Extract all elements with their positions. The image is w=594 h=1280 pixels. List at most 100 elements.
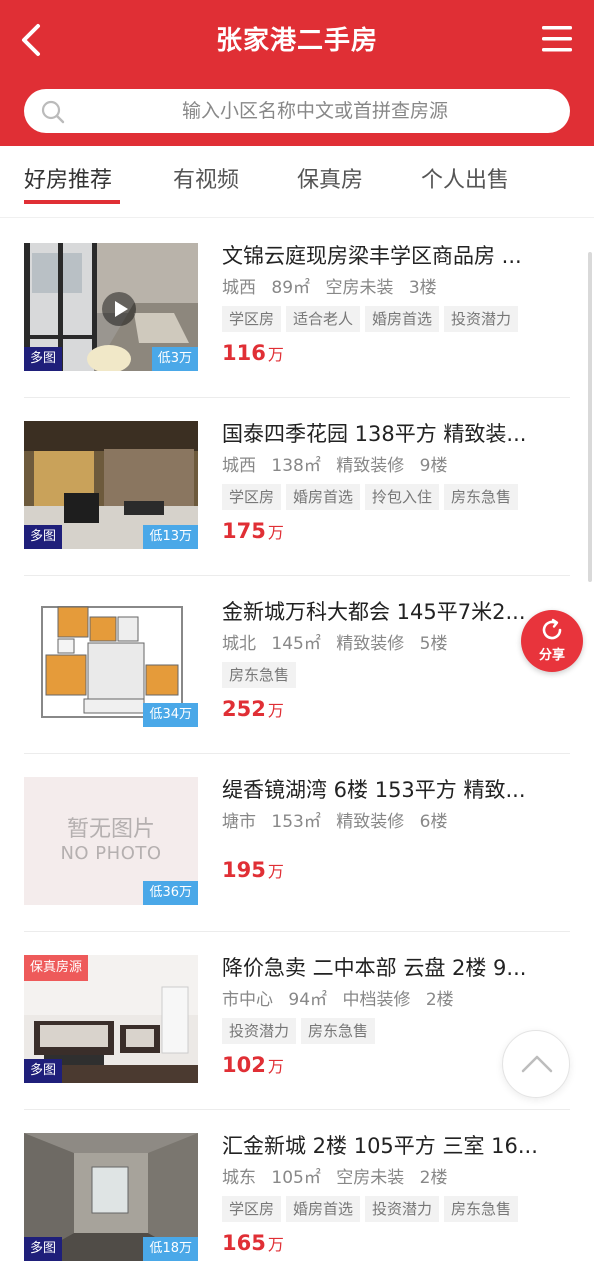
decoration: 精致装修 bbox=[336, 456, 405, 476]
list-item[interactable]: 多图 低18万 汇金新城 2楼 105平方 三室 16... 城东 105㎡ 空… bbox=[24, 1110, 570, 1280]
tag: 投资潜力 bbox=[222, 1018, 297, 1044]
listing-price: 116 万 bbox=[222, 338, 570, 368]
price-value: 102 bbox=[222, 1053, 266, 1077]
listing-photo: 多图 低3万 bbox=[24, 243, 198, 371]
listing-title: 文锦云庭现房梁丰学区商品房 ... bbox=[222, 244, 522, 268]
listing-info: 文锦云庭现房梁丰学区商品房 ... 城西 89㎡ 空房未装 3楼 学区房 适合老人… bbox=[222, 240, 570, 368]
listing-photo: 低34万 bbox=[24, 599, 198, 727]
active-tab-indicator bbox=[24, 200, 120, 204]
price-value: 116 bbox=[222, 341, 266, 365]
listing-title: 降价急卖 二中本部 云盘 2楼 9... bbox=[222, 956, 527, 980]
decoration: 中档装修 bbox=[342, 990, 411, 1010]
floor: 6楼 bbox=[419, 812, 448, 832]
listing-meta: 塘市 153㎡ 精致装修 6楼 bbox=[222, 809, 570, 835]
price-unit: 万 bbox=[267, 1235, 284, 1254]
no-photo-text: 暂无图片 bbox=[66, 817, 155, 842]
price-value: 165 bbox=[222, 1231, 266, 1255]
price-drop-badge: 低18万 bbox=[143, 1237, 198, 1261]
listing-meta: 城东 105㎡ 空房未装 2楼 bbox=[222, 1165, 570, 1191]
tag-row: 学区房 适合老人 婚房首选 投资潜力 bbox=[222, 306, 570, 332]
price-value: 252 bbox=[222, 697, 266, 721]
listing-info: 缇香镜湖湾 6楼 153平方 精致... 塘市 153㎡ 精致装修 6楼 195… bbox=[222, 774, 570, 885]
listing-meta: 城北 145㎡ 精致装修 5楼 bbox=[222, 631, 570, 657]
price-drop-badge: 低13万 bbox=[143, 525, 198, 549]
area: 153㎡ bbox=[271, 812, 321, 832]
floor: 5楼 bbox=[419, 634, 448, 654]
price-unit: 万 bbox=[267, 1057, 284, 1076]
price-drop-badge: 低3万 bbox=[151, 347, 198, 371]
listing-price: 195 万 bbox=[222, 855, 570, 885]
tab-video[interactable]: 有视频 bbox=[173, 162, 239, 194]
listing-meta: 城西 138㎡ 精致装修 9楼 bbox=[222, 453, 570, 479]
tab-verified[interactable]: 保真房 bbox=[297, 162, 363, 194]
list-item[interactable]: 暂无图片 NO PHOTO 低36万 缇香镜湖湾 6楼 153平方 精致... … bbox=[24, 754, 570, 932]
district: 城西 bbox=[222, 456, 256, 476]
tag: 婚房首选 bbox=[286, 1196, 361, 1222]
tag: 学区房 bbox=[222, 484, 282, 510]
back-to-top-button[interactable] bbox=[502, 1030, 570, 1098]
listing-title: 缇香镜湖湾 6楼 153平方 精致... bbox=[222, 778, 526, 802]
multi-photo-badge: 多图 bbox=[24, 1237, 63, 1261]
price-value: 175 bbox=[222, 519, 266, 543]
tag: 投资潜力 bbox=[444, 306, 519, 332]
price-drop-badge: 低36万 bbox=[143, 881, 198, 905]
area: 145㎡ bbox=[271, 634, 321, 654]
floor: 2楼 bbox=[425, 990, 454, 1010]
listing-info: 国泰四季花园 138平方 精致装... 城西 138㎡ 精致装修 9楼 学区房婚… bbox=[222, 418, 570, 546]
tag: 房东急售 bbox=[444, 484, 519, 510]
district: 塘市 bbox=[222, 812, 256, 832]
scrollbar[interactable] bbox=[588, 252, 592, 582]
tag: 适合老人 bbox=[286, 306, 361, 332]
tag: 婚房首选 bbox=[365, 306, 440, 332]
district: 城北 bbox=[222, 634, 256, 654]
price-drop-badge: 低34万 bbox=[143, 703, 198, 727]
area: 94㎡ bbox=[288, 990, 328, 1010]
multi-photo-badge: 多图 bbox=[24, 1059, 63, 1083]
price-unit: 万 bbox=[267, 701, 284, 720]
price-unit: 万 bbox=[267, 345, 284, 364]
area: 138㎡ bbox=[271, 456, 321, 476]
list-item[interactable]: 多图 低13万 国泰四季花园 138平方 精致装... 城西 138㎡ 精致装修… bbox=[24, 398, 570, 576]
listing-photo: 暂无图片 NO PHOTO 低36万 bbox=[24, 777, 198, 905]
tag-row: 学区房 婚房首选 拎包入住 房东急售 bbox=[222, 484, 570, 510]
share-icon bbox=[542, 618, 562, 640]
listing-title: 国泰四季花园 138平方 精致装... bbox=[222, 422, 527, 446]
listing-title: 金新城万科大都会 145平7米2... bbox=[222, 600, 526, 624]
multi-photo-badge: 多图 bbox=[24, 525, 63, 549]
search-bar[interactable] bbox=[24, 89, 570, 133]
listing-info: 金新城万科大都会 145平7米2... 城北 145㎡ 精致装修 5楼 房东急售… bbox=[222, 596, 570, 724]
list-item[interactable]: 低34万 金新城万科大都会 145平7米2... 城北 145㎡ 精致装修 5楼… bbox=[24, 576, 570, 754]
tag: 房东急售 bbox=[444, 1196, 519, 1222]
page-title: 张家港二手房 bbox=[215, 26, 378, 56]
multi-photo-badge: 多图 bbox=[24, 347, 63, 371]
menu-button[interactable] bbox=[540, 22, 574, 56]
tag: 拎包入住 bbox=[365, 484, 440, 510]
district: 城西 bbox=[222, 278, 256, 298]
chevron-up-icon bbox=[521, 1055, 553, 1073]
tab-recommended[interactable]: 好房推荐 bbox=[24, 162, 112, 194]
listing-meta: 市中心 94㎡ 中档装修 2楼 bbox=[222, 987, 570, 1013]
listing-photo: 多图 低18万 bbox=[24, 1133, 198, 1261]
share-label: 分享 bbox=[538, 648, 565, 663]
decoration: 精致装修 bbox=[336, 634, 405, 654]
listing-price: 165 万 bbox=[222, 1228, 570, 1258]
tag: 学区房 bbox=[222, 306, 282, 332]
tag: 婚房首选 bbox=[286, 484, 361, 510]
tag: 投资潜力 bbox=[365, 1196, 440, 1222]
list-item[interactable]: 保真房源 多图 降价急卖 二中本部 云盘 2楼 9... 市中心 94㎡ 中档装… bbox=[24, 932, 570, 1110]
list-item[interactable]: 多图 低3万 文锦云庭现房梁丰学区商品房 ... 城西 89㎡ 空房未装 3楼 … bbox=[24, 220, 570, 398]
no-photo-text-en: NO PHOTO bbox=[60, 843, 162, 864]
tag-row: 学区房 婚房首选 投资潜力 房东急售 bbox=[222, 1196, 570, 1222]
search-input[interactable] bbox=[80, 89, 550, 133]
share-button[interactable]: 分享 bbox=[521, 610, 583, 672]
decoration: 精致装修 bbox=[336, 812, 405, 832]
tab-personal-sale[interactable]: 个人出售 bbox=[421, 162, 509, 194]
floor: 9楼 bbox=[419, 456, 448, 476]
price-unit: 万 bbox=[267, 523, 284, 542]
search-icon bbox=[41, 100, 65, 124]
tag: 房东急售 bbox=[222, 662, 297, 688]
hamburger-menu-icon bbox=[542, 26, 572, 52]
play-icon[interactable] bbox=[101, 291, 137, 327]
decoration: 空房未装 bbox=[325, 278, 394, 298]
tag: 学区房 bbox=[222, 1196, 282, 1222]
